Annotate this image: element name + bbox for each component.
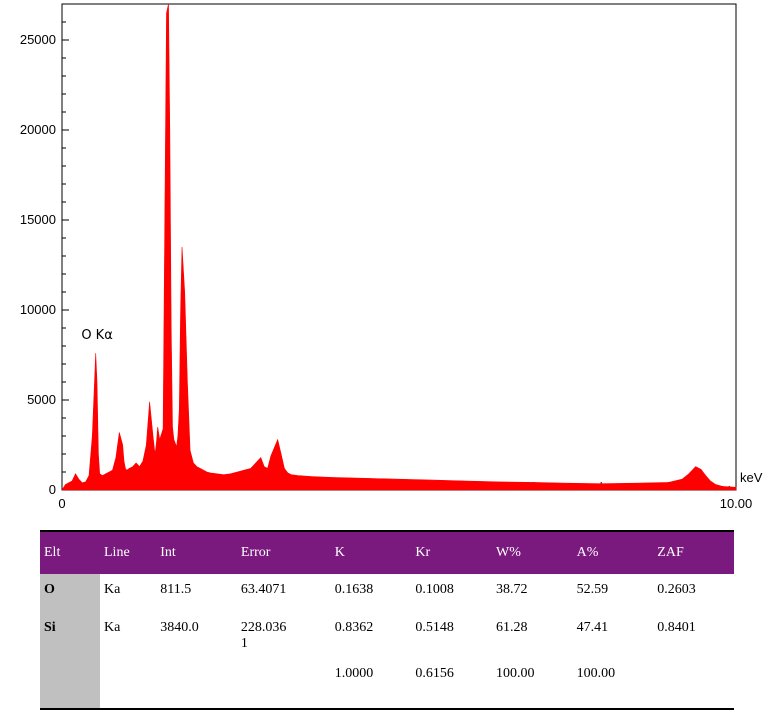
cell-k: 0.1638 [334, 582, 374, 597]
col-header-line: Line [100, 530, 157, 574]
cell-int: 3840.0 [160, 620, 199, 635]
col-header-wt-percent: W% [492, 530, 573, 574]
cell-at-percent: 52.59 [576, 582, 609, 597]
cell-empty [653, 652, 734, 710]
table-row: Si Ka 3840.0 228.036 1 0.8362 0.5148 61.… [40, 612, 734, 652]
col-header-kr: Kr [411, 530, 493, 574]
x-tick-label: 0 [58, 496, 65, 511]
cell-empty [156, 652, 237, 710]
cell-line: Ka [104, 620, 121, 635]
chart-labels: 0500010000150002000025000010.00keVO KαSi… [20, 32, 763, 511]
cell-elt-empty [40, 652, 100, 710]
cell-empty [100, 652, 157, 710]
quantification-table: Elt Line Int Error K Kr W% A% ZAF O Ka 8… [40, 530, 734, 710]
total-k: 1.0000 [330, 652, 412, 710]
col-header-int: Int [156, 530, 237, 574]
table-row: O Ka 811.5 63.4071 0.1638 0.1008 38.72 5… [40, 574, 734, 612]
peak-annotation: O Kα [81, 328, 112, 343]
cell-elt: Si [40, 612, 100, 652]
spectrum-series [61, 3, 737, 491]
total-kr: 0.6156 [411, 652, 493, 710]
y-tick-label: 20000 [20, 122, 56, 137]
cell-at-percent: 47.41 [576, 620, 609, 635]
y-tick-label: 10000 [20, 302, 56, 317]
col-header-zaf: ZAF [653, 530, 734, 574]
col-header-at-percent: A% [572, 530, 654, 574]
cell-empty [236, 652, 331, 710]
cell-k: 0.8362 [334, 620, 374, 635]
cell-error: 63.4071 [240, 582, 287, 597]
y-tick-label: 5000 [27, 392, 56, 407]
cell-zaf: 0.8401 [657, 620, 696, 635]
total-at-percent: 100.00 [572, 652, 654, 710]
col-header-error: Error [236, 530, 331, 574]
cell-error: 228.036 1 [240, 620, 287, 651]
cell-wt-percent: 38.72 [496, 582, 528, 597]
cell-kr: 0.1008 [415, 582, 454, 597]
cell-wt-percent: 61.28 [496, 620, 528, 635]
y-tick-label: 15000 [20, 212, 56, 227]
y-tick-label: 25000 [20, 32, 56, 47]
x-axis-label: keV [740, 470, 763, 485]
cell-int: 811.5 [160, 582, 192, 597]
cell-elt: O [40, 574, 100, 612]
x-tick-label: 10.00 [720, 496, 753, 511]
table-header-row: Elt Line Int Error K Kr W% A% ZAF [40, 530, 734, 574]
total-wt-percent: 100.00 [492, 652, 573, 710]
col-header-elt: Elt [40, 530, 100, 574]
cell-kr: 0.5148 [415, 620, 454, 635]
col-header-k: K [330, 530, 412, 574]
eds-spectrum-chart: 0500010000150002000025000010.00keVO KαSi… [20, 3, 763, 511]
cell-zaf: 0.2603 [657, 582, 696, 597]
y-tick-label: 0 [49, 482, 56, 497]
table-total-row: 1.0000 0.6156 100.00 100.00 [40, 652, 734, 710]
cell-line: Ka [104, 582, 121, 597]
